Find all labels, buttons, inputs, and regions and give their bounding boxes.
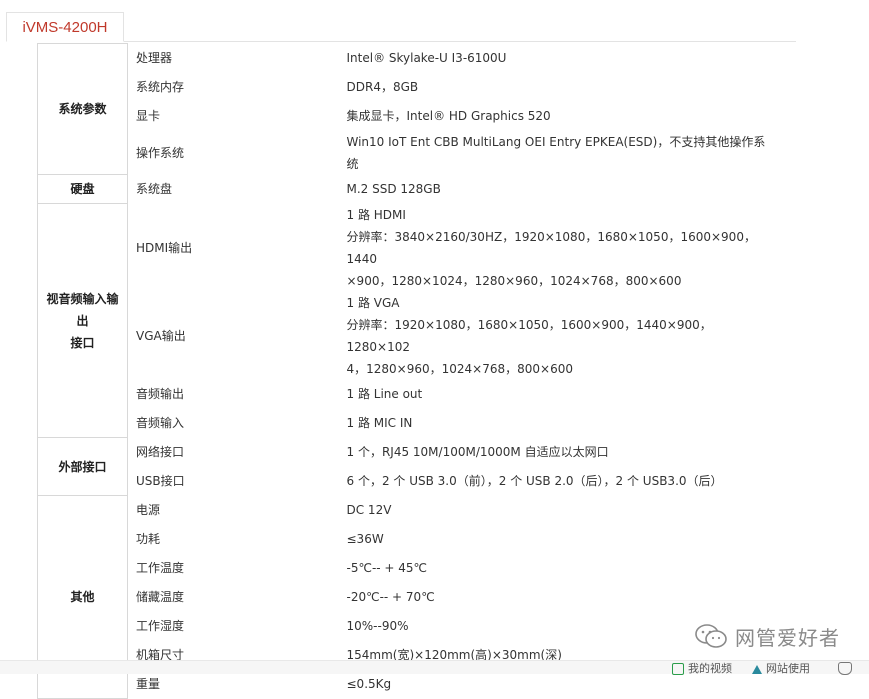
spec-row: 其他 电源 DC 12V [37, 495, 773, 699]
spec-value: 1 路 VGA 分辨率：1920×1080，1680×1050，1600×900，… [337, 292, 773, 380]
spec-value: -20℃-- + 70℃ [337, 583, 773, 612]
spec-key: 工作湿度 [136, 619, 185, 633]
footer-my-video-label: 我的视频 [688, 663, 732, 675]
spec-category: 系统参数 [37, 43, 128, 175]
spec-category-line: 视音频输入输出 [46, 291, 119, 328]
spec-key: 系统内存 [136, 80, 185, 94]
spec-value-line: 1 个，RJ45 10M/100M/1000M 自适应以太网口 [346, 445, 609, 459]
spec-row: 硬盘 系统盘 M.2 SSD 128GB [37, 174, 773, 204]
spec-row: 系统参数 处理器 Intel® Skylake-U I3-6100U [37, 43, 773, 175]
spec-row: 显卡 集成显卡，Intel® HD Graphics 520 [38, 102, 773, 131]
footer-site-use[interactable]: 网站使用 [752, 663, 810, 675]
spec-value-line: 6 个，2 个 USB 3.0（前），2 个 USB 2.0（后），2 个 US… [346, 474, 723, 488]
spec-row: 音频输入 1 路 MIC IN [38, 409, 773, 438]
spec-row: 储藏温度 -20℃-- + 70℃ [38, 583, 773, 612]
video-icon [672, 663, 684, 676]
shield-icon[interactable] [838, 662, 852, 675]
spec-value-line: DC 12V [346, 503, 392, 517]
spec-row: 工作温度 -5℃-- + 45℃ [38, 554, 773, 583]
spec-key: 音频输出 [136, 387, 185, 401]
spec-value-line: Intel® Skylake-U I3-6100U [346, 51, 507, 65]
spec-key: HDMI输出 [136, 240, 193, 255]
spec-value-line: 分辨率：3840×2160/30HZ，1920×1080，1680×1050，1… [346, 229, 756, 266]
spec-row: 视音频输入输出接口 HDMI输出 1 路 HDMI 分辨率：3840×2160/30H… [37, 203, 773, 438]
spec-key: 音频输入 [136, 416, 185, 430]
spec-value: 1 路 HDMI 分辨率：3840×2160/30HZ，1920×1080，168… [337, 204, 773, 292]
spec-row: 工作湿度 10%--90% [38, 612, 773, 641]
spec-value: M.2 SSD 128GB [337, 175, 773, 204]
spec-key: 网络接口 [136, 445, 185, 459]
spec-value: Intel® Skylake-U I3-6100U [337, 44, 773, 73]
spec-value-line: 4，1280×960，1024×768，800×600 [346, 361, 574, 376]
spec-value-line: 分辨率：1920×1080，1680×1050，1600×900，1440×90… [346, 317, 712, 354]
spec-value-line: 1 路 Line out [346, 387, 423, 401]
spec-row: USB接口 6 个，2 个 USB 3.0（前），2 个 USB 2.0（后），2… [38, 467, 773, 496]
spec-value: DDR4，8GB [337, 73, 773, 102]
spec-value: 集成显卡，Intel® HD Graphics 520 [337, 102, 773, 131]
spec-value: ≤36W [337, 525, 773, 554]
spec-value-line: 1 路 HDMI [346, 207, 406, 222]
spec-value-line: 1 路 VGA [346, 295, 400, 310]
spec-row: 音频输出 1 路 Line out [38, 380, 773, 409]
footer-my-video[interactable]: 我的视频 [672, 663, 732, 676]
spec-value: DC 12V [337, 496, 773, 525]
spec-row: 外部接口 网络接口 1 个，RJ45 10M/100M/1000M 自适应以太网口 [37, 437, 773, 496]
watermark-text: 网管爱好者 [735, 625, 840, 650]
spec-value-line: ≤36W [346, 532, 384, 546]
spec-value-line: M.2 SSD 128GB [346, 182, 441, 196]
tab-divider [6, 41, 796, 42]
spec-value-line: ×900，1280×1024，1280×960，1024×768，800×600 [346, 273, 682, 288]
spec-value: -5℃-- + 45℃ [337, 554, 773, 583]
spec-row: 操作系统 Win10 IoT Ent CBB MultiLang OEI Entr… [38, 131, 773, 175]
spec-category-line: 接口 [70, 335, 95, 350]
spec-key: 功耗 [136, 532, 161, 546]
spec-row: 功耗 ≤36W [38, 525, 773, 554]
spec-key: 工作温度 [136, 561, 185, 575]
spec-value: 1 个，RJ45 10M/100M/1000M 自适应以太网口 [337, 438, 773, 467]
spec-key: 操作系统 [136, 145, 185, 160]
spec-value: 1 路 MIC IN [337, 409, 773, 438]
spec-value-line: 统 [346, 156, 359, 171]
spec-value: Win10 IoT Ent CBB MultiLang OEI Entry EP… [337, 131, 773, 175]
spec-category: 视音频输入输出 接口 [37, 203, 128, 438]
spec-key: 储藏温度 [136, 590, 185, 604]
spec-value-line: -20℃-- + 70℃ [346, 590, 435, 604]
spec-key: 系统盘 [136, 182, 173, 196]
wechat-icon [695, 624, 727, 648]
watermark: 网管爱好者 [693, 620, 840, 652]
spec-value-line: 集成显卡，Intel® HD Graphics 520 [346, 109, 551, 123]
spec-row: 系统内存 DDR4，8GB [38, 73, 773, 102]
spec-value-line: DDR4，8GB [346, 80, 419, 94]
spec-table: 系统参数 处理器 Intel® Skylake-U I3-6100U 系统内存 DDR4… [37, 43, 773, 699]
spec-key: 显卡 [136, 109, 161, 123]
spec-key: VGA输出 [136, 328, 186, 343]
product-tab[interactable]: iVMS-4200H [6, 12, 124, 42]
triangle-icon [752, 664, 762, 674]
spec-row: VGA输出 1 路 VGA 分辨率：1920×1080，1680×1050，1600… [38, 292, 773, 380]
spec-category: 外部接口 [37, 437, 128, 496]
spec-value-line: -5℃-- + 45℃ [346, 561, 428, 575]
spec-value-line: Win10 IoT Ent CBB MultiLang OEI Entry EP… [346, 134, 766, 149]
spec-key: USB接口 [136, 474, 185, 488]
spec-value: 6 个，2 个 USB 3.0（前），2 个 USB 2.0（后），2 个 US… [337, 467, 773, 496]
spec-value-line: 1 路 MIC IN [346, 416, 413, 430]
footer-site-use-label: 网站使用 [766, 663, 810, 675]
footer-bar [0, 660, 869, 674]
spec-category: 硬盘 [37, 174, 128, 204]
spec-value-line: ≤0.5Kg [346, 677, 392, 691]
spec-value: 1 路 Line out [337, 380, 773, 409]
spec-key: 电源 [136, 503, 161, 517]
spec-key: 处理器 [136, 51, 173, 65]
